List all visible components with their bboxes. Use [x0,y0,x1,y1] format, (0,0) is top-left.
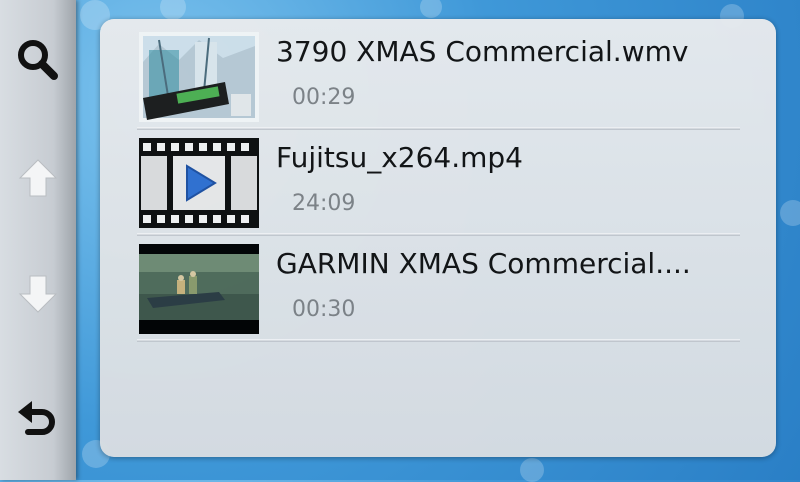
search-icon [18,40,58,80]
background-bokeh [520,458,544,482]
video-list-item[interactable]: Fujitsu_x264.mp4 24:09 [137,131,740,235]
background-bokeh [420,0,442,18]
arrow-up-icon [18,159,58,197]
back-icon [18,401,55,435]
video-list-panel: 3790 XMAS Commercial.wmv 00:29 Fujitsu_x… [100,19,776,457]
row-divider [137,233,740,236]
generic-video-filmstrip-icon [139,138,259,228]
scroll-up-button[interactable] [8,148,68,208]
row-divider [137,127,740,130]
row-divider [137,339,740,342]
video-duration: 00:29 [292,85,356,110]
background-bokeh [160,0,186,20]
video-list-item[interactable]: GARMIN XMAS Commercial.... 00:30 [137,237,740,341]
video-duration: 24:09 [292,191,356,216]
boat-scene-thumbnail [139,244,259,334]
video-title: GARMIN XMAS Commercial.... [276,247,691,280]
background-bokeh [780,200,800,226]
video-title: 3790 XMAS Commercial.wmv [276,35,689,68]
scroll-down-button[interactable] [8,264,68,324]
xmas-commercial-thumbnail [139,32,259,122]
back-button[interactable] [8,388,68,448]
search-button[interactable] [8,30,68,90]
video-list-item[interactable]: 3790 XMAS Commercial.wmv 00:29 [137,25,740,129]
side-toolbar [0,0,76,480]
arrow-down-icon [18,275,58,313]
video-duration: 00:30 [292,297,356,322]
video-title: Fujitsu_x264.mp4 [276,141,523,174]
